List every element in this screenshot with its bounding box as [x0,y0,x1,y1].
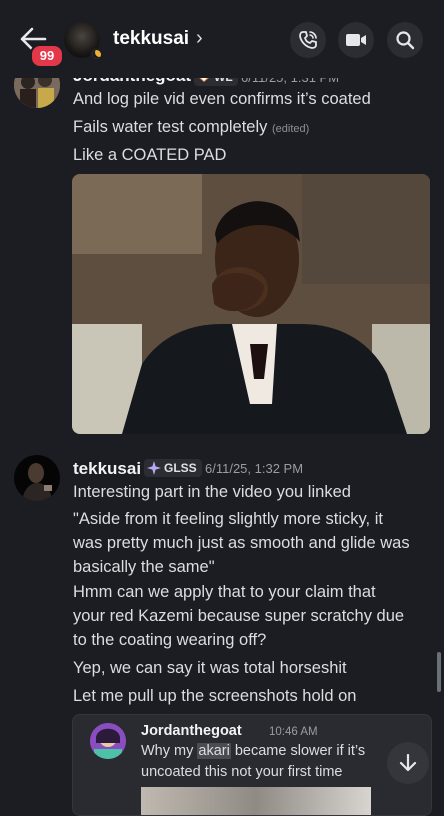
chat-header: 99 tekkusai › [0,0,444,78]
embedded-text: Why my [141,743,198,759]
guild-tag[interactable]: GLSS [144,459,202,477]
channel-title[interactable]: tekkusai [113,28,189,50]
message-text: Let me pull up the screenshots hold on [73,687,357,705]
embedded-text-line: Why my akari became slower if it’s [141,743,365,759]
header-avatar[interactable] [64,22,103,61]
scrollbar-thumb[interactable] [437,652,441,692]
embedded-author-name: Jordanthegoat [141,723,242,739]
video-call-button[interactable] [338,22,374,58]
embedded-author-avatar [90,723,126,759]
message-text: to the coating wearing off? [73,631,267,649]
gif-image [72,174,430,434]
embedded-text: uncoated this not your first time [141,764,343,780]
idle-status-icon [90,48,103,61]
message-text: Yep, we can say it was total horseshit [73,659,347,677]
chevron-right-icon[interactable]: › [196,27,203,50]
gif-attachment[interactable] [72,174,430,434]
message-text: was pretty much just as smooth and glide… [73,534,410,552]
highlighted-word: akari [197,743,231,759]
embedded-timestamp: 10:46 AM [269,726,318,738]
author-name[interactable]: tekkusai [73,459,141,479]
message-text: Like a COATED PAD [73,146,227,164]
video-call-icon [346,34,366,46]
voice-call-icon [299,31,317,49]
arrow-down-icon [399,753,417,772]
embedded-image-preview [141,787,371,815]
sparkle-badge-icon [147,461,161,475]
message-text: Fails water test completely [73,118,268,136]
guild-tag-label: GLSS [164,461,197,475]
voice-call-button[interactable] [290,22,326,58]
message-text: your red Kazemi because super scratchy d… [73,607,405,625]
search-button[interactable] [387,22,423,58]
message-text: "Aside from it feeling slightly more sti… [73,510,383,528]
message-text-edited-line: Fails water test completely (edited) [73,118,309,137]
embedded-text: became slower if it’s [230,743,366,759]
message-text: Hmm can we apply that to your claim that [73,583,376,601]
avatar-image [90,723,126,759]
search-icon [396,31,415,50]
author-avatar[interactable] [14,455,60,501]
message-text: Interesting part in the video you linked [73,483,351,501]
embedded-message-card[interactable]: Jordanthegoat 10:46 AM Why my akari beca… [72,714,432,816]
message-text: And log pile vid even confirms it’s coat… [73,90,371,108]
message-timestamp: 6/11/25, 1:32 PM [205,461,304,476]
message-text: basically the same" [73,558,215,576]
avatar-image [14,455,60,501]
edited-label: (edited) [272,123,310,135]
jump-to-bottom-button[interactable] [387,742,429,784]
unread-count-badge: 99 [30,44,64,68]
